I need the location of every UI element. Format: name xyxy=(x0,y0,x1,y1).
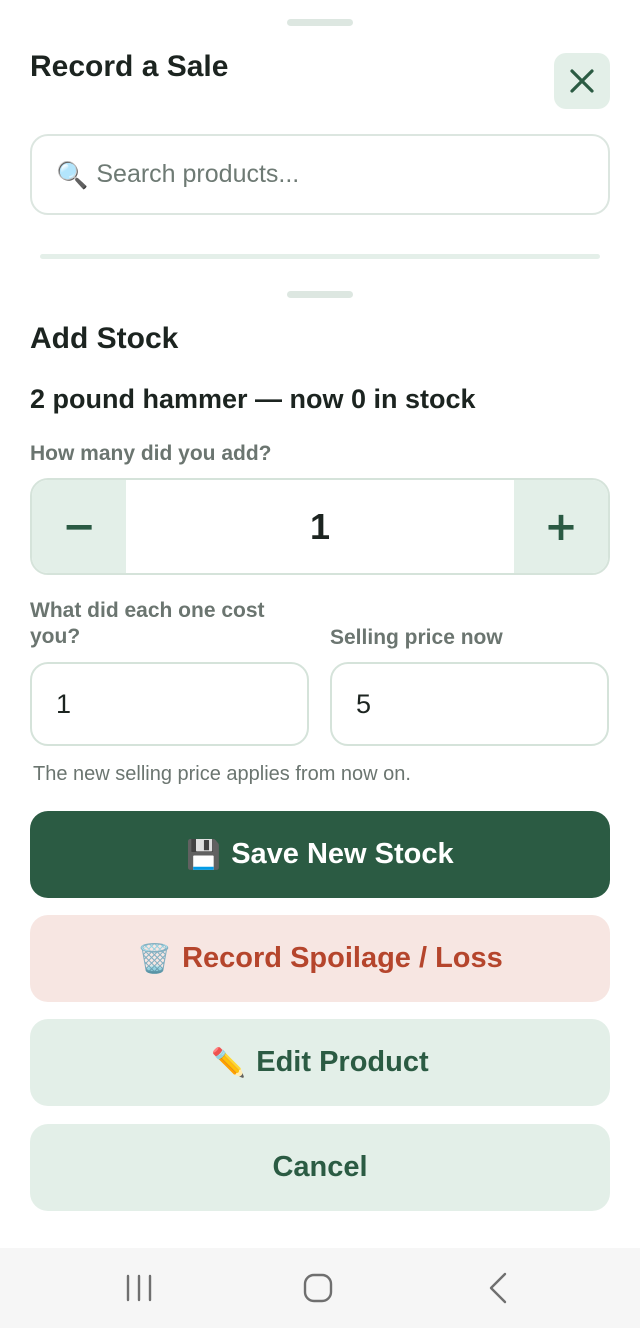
stock-sheet-drag-handle[interactable] xyxy=(287,291,353,298)
decrement-button[interactable]: − xyxy=(32,480,126,573)
save-stock-label: Save New Stock xyxy=(231,838,454,870)
edit-product-button[interactable]: ✏️ Edit Product xyxy=(30,1019,610,1106)
increment-button[interactable]: + xyxy=(514,480,608,573)
results-list-edge xyxy=(40,254,600,259)
sale-sheet-drag-handle[interactable] xyxy=(287,19,353,26)
search-icon: 🔍 xyxy=(56,159,89,190)
back-button[interactable] xyxy=(476,1266,520,1310)
recent-apps-button[interactable] xyxy=(117,1266,161,1310)
price-hint: The new selling price applies from now o… xyxy=(33,763,411,785)
close-button[interactable] xyxy=(554,53,610,109)
search-field[interactable]: 🔍 xyxy=(30,134,610,215)
cost-label: What did each one cost you? xyxy=(30,599,265,648)
cancel-button[interactable]: Cancel xyxy=(30,1124,610,1211)
price-input[interactable]: 5 xyxy=(330,662,609,746)
trash-can-icon: 🗑️ xyxy=(137,942,173,974)
quantity-value[interactable]: 1 xyxy=(126,480,514,573)
cost-input[interactable]: 1 xyxy=(30,662,309,746)
price-label: Selling price now xyxy=(330,626,503,649)
search-input[interactable] xyxy=(96,160,577,189)
save-stock-button[interactable]: 💾 Save New Stock xyxy=(30,811,610,898)
quantity-label: How many did you add? xyxy=(30,442,272,465)
record-spoilage-button[interactable]: 🗑️ Record Spoilage / Loss xyxy=(30,915,610,1002)
quantity-stepper: − 1 + xyxy=(30,478,610,575)
home-icon xyxy=(303,1273,333,1303)
product-stock-line: 2 pound hammer — now 0 in stock xyxy=(30,384,476,414)
stock-sheet-title: Add Stock xyxy=(30,322,179,355)
back-icon xyxy=(489,1272,507,1304)
home-button[interactable] xyxy=(296,1266,340,1310)
close-icon xyxy=(570,69,594,93)
system-navigation-bar xyxy=(0,1248,640,1328)
cancel-label: Cancel xyxy=(272,1151,368,1183)
sale-sheet-title: Record a Sale xyxy=(30,50,229,83)
floppy-disk-icon: 💾 xyxy=(186,838,222,870)
edit-product-label: Edit Product xyxy=(256,1046,429,1078)
record-spoilage-label: Record Spoilage / Loss xyxy=(182,942,503,974)
recent-apps-icon xyxy=(126,1274,152,1302)
pencil-icon: ✏️ xyxy=(211,1046,247,1078)
screen: Record a Sale 🔍 Add Stock 2 pound hammer… xyxy=(0,0,640,1328)
